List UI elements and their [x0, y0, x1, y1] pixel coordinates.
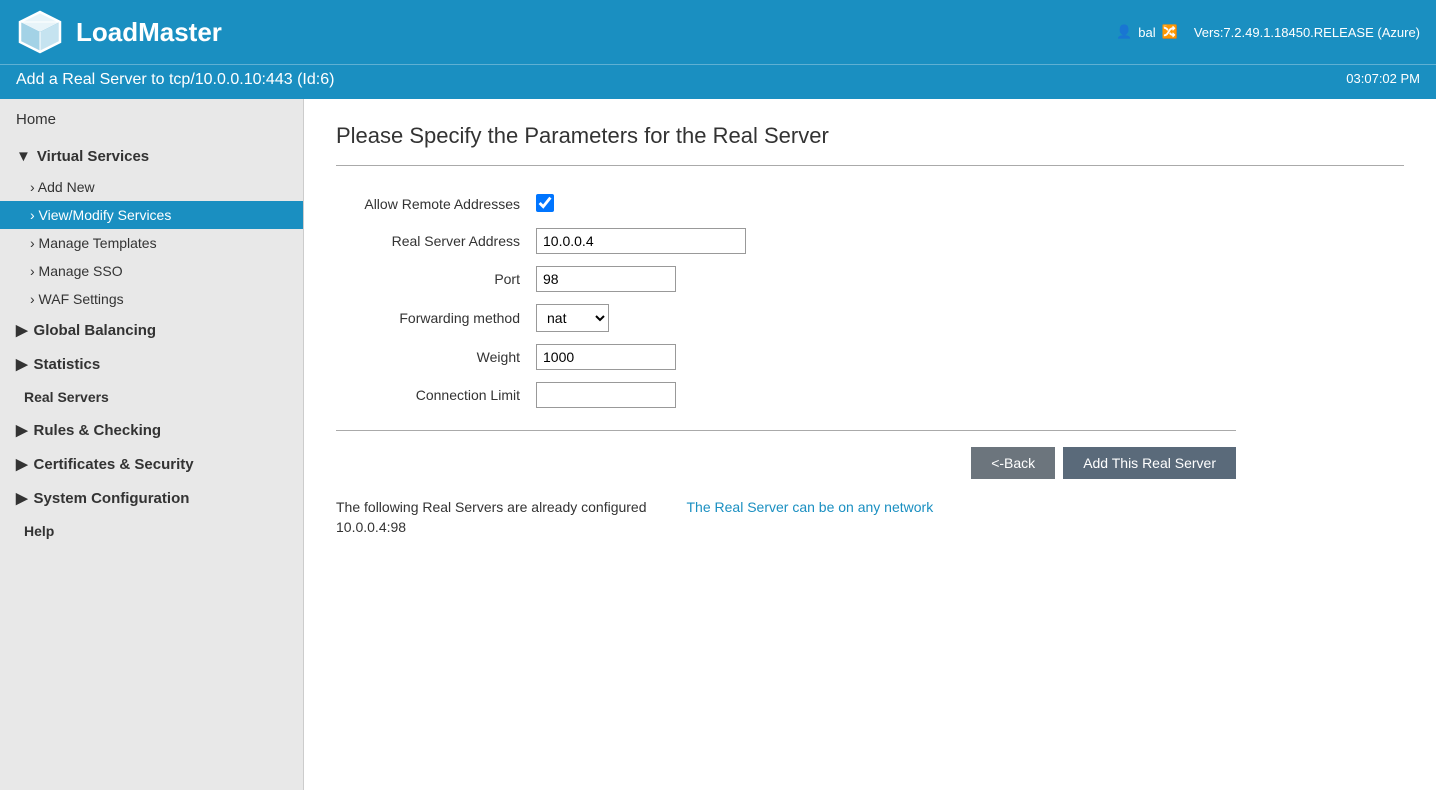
real-server-address-label: Real Server Address [336, 222, 536, 260]
port-label: Port [336, 260, 536, 298]
sidebar-label-system-config: System Configuration [34, 490, 190, 507]
sidebar-child-view-modify[interactable]: › View/Modify Services [0, 201, 303, 229]
header-time: 03:07:02 PM [1346, 71, 1420, 86]
real-server-address-input[interactable] [536, 228, 746, 254]
weight-input[interactable] [536, 344, 676, 370]
kemp-logo [16, 8, 64, 56]
sidebar-item-home[interactable]: Home [0, 99, 303, 140]
page-heading: Please Specify the Parameters for the Re… [336, 123, 1404, 149]
app-title: LoadMaster [76, 17, 222, 48]
form-divider-top [336, 165, 1404, 166]
arrow-icon-statistics: ▶ [16, 355, 28, 373]
connection-limit-label: Connection Limit [336, 376, 536, 414]
port-input[interactable] [536, 266, 676, 292]
header: LoadMaster 👤 bal 🔀 Vers:7.2.49.1.18450.R… [0, 0, 1436, 99]
back-button[interactable]: <-Back [971, 447, 1055, 479]
forwarding-method-label: Forwarding method [336, 298, 536, 338]
sidebar-label-virtual-services: Virtual Services [37, 148, 149, 165]
sidebar-section-global-balancing[interactable]: ▶ Global Balancing [0, 313, 303, 347]
main-content: Please Specify the Parameters for the Re… [304, 99, 1436, 790]
form-row-port: Port [336, 260, 1236, 298]
connection-limit-input[interactable] [536, 382, 676, 408]
sidebar-child-manage-templates[interactable]: › Manage Templates [0, 229, 303, 257]
sidebar-child-add-new[interactable]: › Add New [0, 173, 303, 201]
version-info: Vers:7.2.49.1.18450.RELEASE (Azure) [1194, 25, 1420, 40]
forwarding-method-select[interactable]: nat tunnel route [536, 304, 609, 332]
buttons-row: <-Back Add This Real Server [336, 447, 1236, 479]
sidebar: Home ▼ Virtual Services › Add New › View… [0, 99, 304, 790]
add-real-server-button[interactable]: Add This Real Server [1063, 447, 1236, 479]
header-subtitle: Add a Real Server to tcp/10.0.0.10:443 (… [0, 64, 1436, 99]
form-divider-bottom [336, 430, 1236, 431]
weight-field [536, 338, 1236, 376]
header-top: LoadMaster 👤 bal 🔀 Vers:7.2.49.1.18450.R… [0, 0, 1436, 64]
form-row-connection-limit: Connection Limit [336, 376, 1236, 414]
port-field [536, 260, 1236, 298]
forwarding-method-field: nat tunnel route [536, 298, 1236, 338]
sidebar-child-waf-settings[interactable]: › WAF Settings [0, 285, 303, 313]
arrow-icon-global: ▶ [16, 321, 28, 339]
user-icon: 👤 [1116, 24, 1132, 40]
arrow-icon-certs: ▶ [16, 455, 28, 473]
sidebar-item-real-servers[interactable]: Real Servers [0, 381, 303, 413]
info-configured-title: The following Real Servers are already c… [336, 499, 647, 515]
real-server-address-field [536, 222, 1236, 260]
header-user: 👤 bal 🔀 [1116, 24, 1178, 40]
form-row-allow-remote: Allow Remote Addresses [336, 186, 1236, 222]
sidebar-section-rules-checking[interactable]: ▶ Rules & Checking [0, 413, 303, 447]
sidebar-label-certificates: Certificates & Security [34, 456, 194, 473]
allow-remote-label: Allow Remote Addresses [336, 186, 536, 222]
sidebar-child-manage-sso[interactable]: › Manage SSO [0, 257, 303, 285]
subtitle-text: Add a Real Server to tcp/10.0.0.10:443 (… [16, 71, 334, 88]
sidebar-label-rules-checking: Rules & Checking [34, 422, 162, 439]
form-row-weight: Weight [336, 338, 1236, 376]
arrow-icon-virtual: ▼ [16, 148, 31, 165]
sidebar-section-virtual-services[interactable]: ▼ Virtual Services [0, 140, 303, 173]
allow-remote-checkbox[interactable] [536, 194, 554, 212]
allow-remote-field [536, 186, 1236, 222]
nav-icon[interactable]: 🔀 [1162, 24, 1178, 40]
info-section: The following Real Servers are already c… [336, 499, 1236, 535]
layout: Home ▼ Virtual Services › Add New › View… [0, 99, 1436, 790]
connection-limit-field [536, 376, 1236, 414]
info-configured: The following Real Servers are already c… [336, 499, 647, 535]
sidebar-section-system-config[interactable]: ▶ System Configuration [0, 481, 303, 515]
form-table: Allow Remote Addresses Real Server Addre… [336, 186, 1236, 414]
sidebar-section-certificates[interactable]: ▶ Certificates & Security [0, 447, 303, 481]
sidebar-label-statistics: Statistics [34, 356, 101, 373]
weight-label: Weight [336, 338, 536, 376]
sidebar-item-help[interactable]: Help [0, 515, 303, 547]
info-network-note: The Real Server can be on any network [687, 499, 934, 535]
username: bal [1138, 25, 1155, 40]
sidebar-label-global-balancing: Global Balancing [34, 322, 157, 339]
info-configured-value: 10.0.0.4:98 [336, 519, 647, 535]
form-row-real-server-address: Real Server Address [336, 222, 1236, 260]
sidebar-section-statistics[interactable]: ▶ Statistics [0, 347, 303, 381]
arrow-icon-system: ▶ [16, 489, 28, 507]
form-row-forwarding-method: Forwarding method nat tunnel route [336, 298, 1236, 338]
arrow-icon-rules: ▶ [16, 421, 28, 439]
header-brand: LoadMaster [16, 8, 222, 56]
header-right: 👤 bal 🔀 Vers:7.2.49.1.18450.RELEASE (Azu… [1116, 24, 1420, 40]
